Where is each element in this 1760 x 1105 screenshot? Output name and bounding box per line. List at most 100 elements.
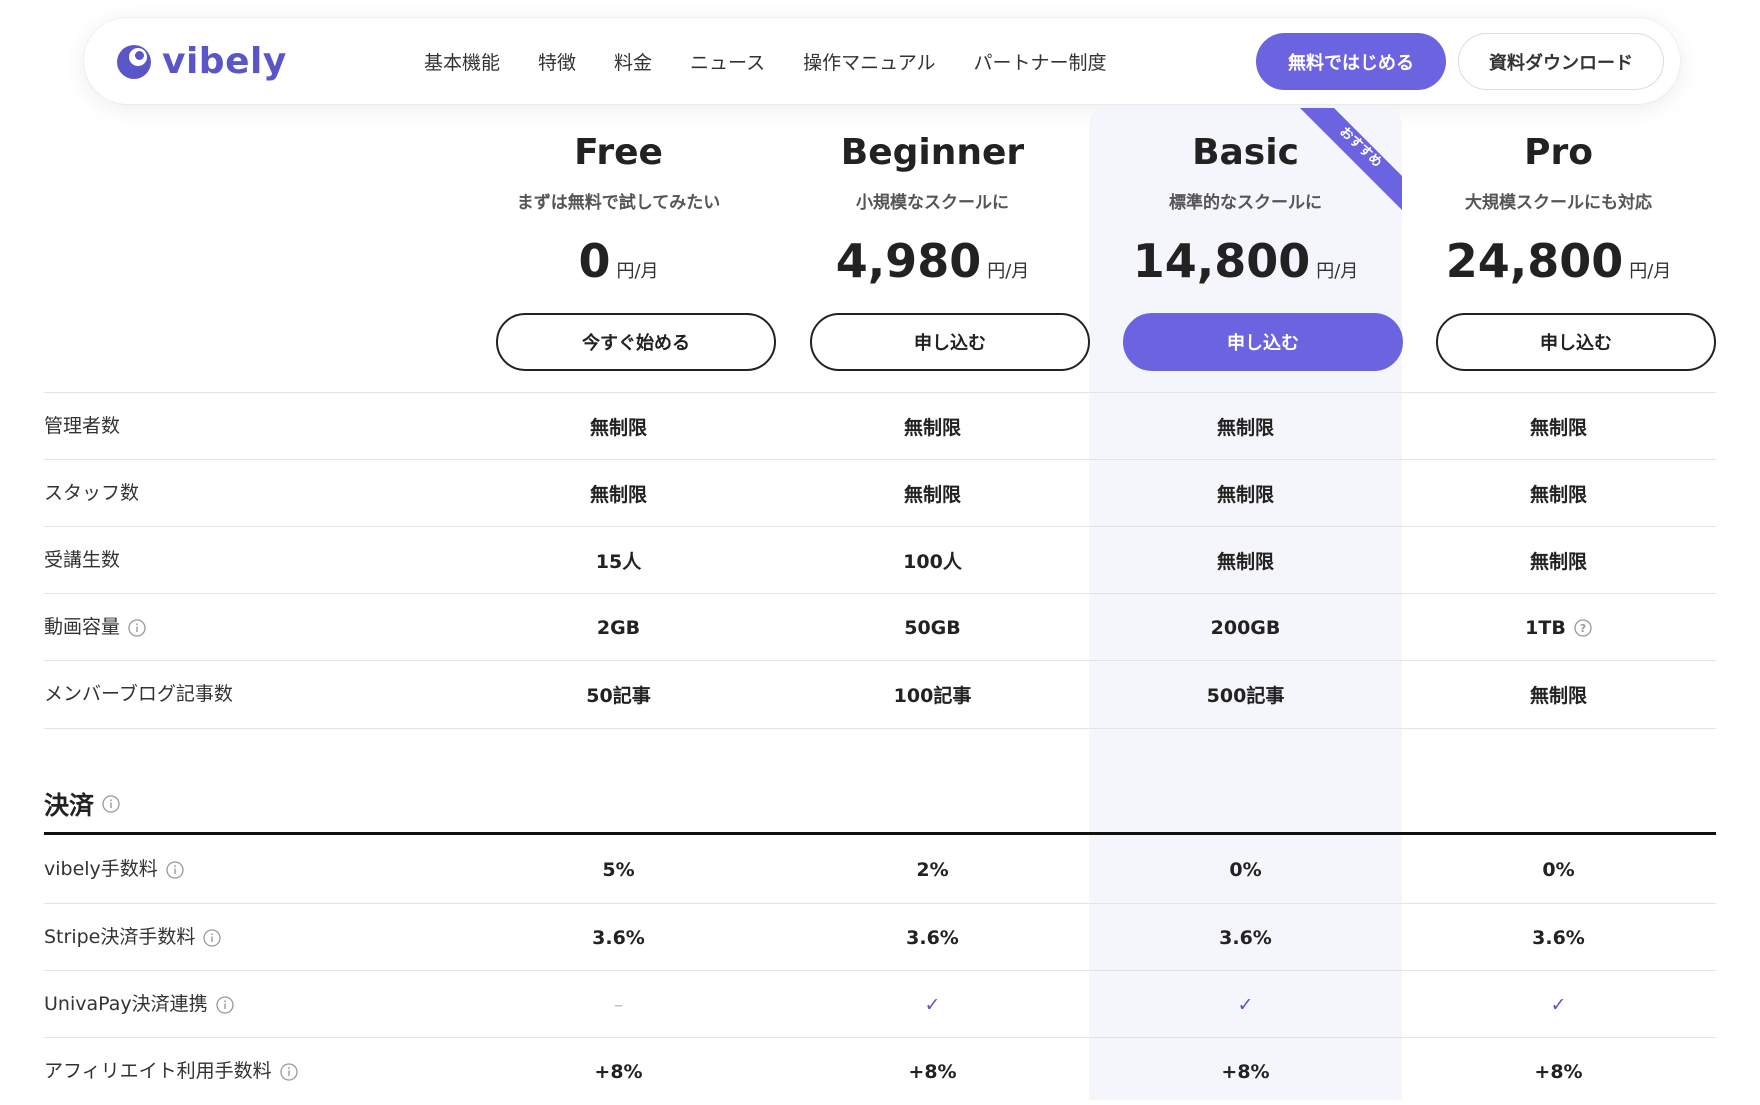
plan-price: 4,980 円/月 bbox=[776, 234, 1089, 294]
cell-beginner: 2% bbox=[916, 858, 949, 881]
cell-basic: 500記事 bbox=[1206, 685, 1285, 707]
svg-text:?: ? bbox=[1580, 622, 1586, 635]
cell-beginner: 100記事 bbox=[893, 685, 972, 707]
table-row-vibely-fee: vibely手数料 5% 2% 0% 0% bbox=[44, 836, 1716, 903]
row-label-container: UnivaPay決済連携 bbox=[44, 971, 234, 1038]
price-unit: 円/月 bbox=[1629, 261, 1672, 282]
nav-link-features[interactable]: 基本機能 bbox=[424, 48, 500, 75]
check-icon: ✓ bbox=[924, 993, 941, 1016]
cell-pro: 0% bbox=[1542, 858, 1575, 881]
cell-free: 15人 bbox=[595, 551, 642, 573]
cell-free: 無制限 bbox=[589, 484, 647, 506]
price-value: 4,980 bbox=[835, 234, 982, 288]
table-row-admins: 管理者数 無制限 無制限 無制限 無制限 bbox=[44, 392, 1716, 460]
row-label: 動画容量 bbox=[44, 616, 121, 638]
dash-icon: – bbox=[613, 993, 624, 1016]
row-label: Stripe決済手数料 bbox=[44, 926, 196, 948]
plan-name: Pro bbox=[1524, 132, 1593, 173]
row-label: 受講生数 bbox=[44, 549, 121, 571]
plan-price: 0 円/月 bbox=[462, 234, 775, 294]
plan-price: 24,800 円/月 bbox=[1402, 234, 1715, 294]
check-icon: ✓ bbox=[1550, 993, 1567, 1016]
nav-link-pricing[interactable]: 料金 bbox=[614, 48, 652, 75]
row-label: メンバーブログ記事数 bbox=[44, 683, 233, 705]
cell-beginner: 50GB bbox=[904, 616, 961, 639]
info-icon[interactable] bbox=[215, 995, 234, 1014]
info-icon[interactable] bbox=[203, 928, 222, 947]
plan-name: Beginner bbox=[840, 132, 1025, 173]
nav-link-characteristics[interactable]: 特徴 bbox=[538, 48, 576, 75]
cell-pro: 1TB ? bbox=[1402, 594, 1715, 661]
table-row-students: 受講生数 15人 100人 無制限 無制限 bbox=[44, 526, 1716, 594]
cell-free: 50記事 bbox=[586, 685, 651, 707]
row-label-container: vibely手数料 bbox=[44, 836, 184, 903]
cell-pro: +8% bbox=[1534, 1060, 1583, 1083]
cell-pro-value: 1TB bbox=[1525, 616, 1566, 639]
section-title-text: 決済 bbox=[44, 791, 95, 820]
cell-free: 無制限 bbox=[589, 417, 647, 439]
cell-basic: 200GB bbox=[1210, 616, 1281, 639]
cell-beginner: 無制限 bbox=[903, 484, 961, 506]
nav-link-news[interactable]: ニュース bbox=[690, 48, 765, 75]
cell-free: 5% bbox=[602, 858, 635, 881]
cell-beginner: 100人 bbox=[903, 551, 962, 573]
cell-pro: 無制限 bbox=[1529, 417, 1587, 439]
check-icon: ✓ bbox=[1237, 993, 1254, 1016]
apply-button-basic[interactable]: 申し込む bbox=[1123, 313, 1403, 371]
table-row-staff: スタッフ数 無制限 無制限 無制限 無制限 bbox=[44, 459, 1716, 527]
plan-tagline: 大規模スクールにも対応 bbox=[1465, 193, 1652, 213]
cell-beginner: +8% bbox=[908, 1060, 957, 1083]
info-icon[interactable] bbox=[102, 795, 120, 813]
main-nav: 基本機能 特徴 料金 ニュース 操作マニュアル パートナー制度 bbox=[424, 18, 1145, 104]
price-value: 24,800 bbox=[1445, 234, 1624, 288]
plan-tagline: まずは無料で試してみたい bbox=[516, 193, 721, 213]
plan-name: Free bbox=[574, 132, 663, 173]
cell-basic: 無制限 bbox=[1216, 417, 1274, 439]
plan-basic: Basic 標準的なスクールに 14,800 円/月 申し込む bbox=[1089, 130, 1403, 371]
plan-pro: Pro 大規模スクールにも対応 24,800 円/月 申し込む bbox=[1402, 130, 1716, 371]
info-icon[interactable] bbox=[279, 1062, 298, 1081]
info-icon[interactable] bbox=[128, 618, 146, 637]
logo[interactable]: vibely bbox=[114, 38, 287, 84]
plan-beginner: Beginner 小規模なスクールに 4,980 円/月 申し込む bbox=[776, 130, 1090, 371]
apply-button-beginner[interactable]: 申し込む bbox=[810, 313, 1090, 371]
cell-free: 3.6% bbox=[592, 926, 645, 949]
nav-link-manual[interactable]: 操作マニュアル bbox=[803, 48, 935, 75]
row-label: 管理者数 bbox=[44, 415, 121, 437]
table-row-video-capacity: 動画容量 2GB 50GB 200GB 1TB ? bbox=[44, 593, 1716, 661]
apply-button-pro[interactable]: 申し込む bbox=[1436, 313, 1716, 371]
start-free-button[interactable]: 無料ではじめる bbox=[1256, 33, 1446, 90]
price-value: 0 bbox=[578, 234, 611, 288]
info-icon[interactable] bbox=[166, 860, 184, 879]
row-label-container: 動画容量 bbox=[44, 594, 146, 661]
logo-icon bbox=[117, 45, 151, 79]
cell-beginner: 3.6% bbox=[906, 926, 959, 949]
table-row-univapay: UnivaPay決済連携 – ✓ ✓ ✓ bbox=[44, 970, 1716, 1038]
price-value: 14,800 bbox=[1132, 234, 1311, 288]
price-unit: 円/月 bbox=[1316, 261, 1359, 282]
price-unit: 円/月 bbox=[987, 261, 1030, 282]
cell-free: 2GB bbox=[596, 616, 641, 639]
cell-basic: 3.6% bbox=[1219, 926, 1272, 949]
cell-pro: 無制限 bbox=[1529, 551, 1587, 573]
nav-link-partner[interactable]: パートナー制度 bbox=[974, 48, 1107, 75]
row-label-container: Stripe決済手数料 bbox=[44, 904, 222, 971]
plan-tagline: 標準的なスクールに bbox=[1169, 193, 1322, 213]
plan-price: 14,800 円/月 bbox=[1089, 234, 1402, 294]
help-icon[interactable]: ? bbox=[1574, 618, 1592, 637]
table-row-affiliate-fee: アフィリエイト利用手数料 +8% +8% +8% +8% bbox=[44, 1037, 1716, 1105]
cell-basic: 無制限 bbox=[1216, 484, 1274, 506]
cell-pro: 3.6% bbox=[1532, 926, 1585, 949]
cell-basic: +8% bbox=[1221, 1060, 1270, 1083]
cell-basic: 無制限 bbox=[1216, 551, 1274, 573]
cell-free: +8% bbox=[594, 1060, 643, 1083]
download-docs-button[interactable]: 資料ダウンロード bbox=[1458, 33, 1664, 90]
top-nav-bar: vibely 基本機能 特徴 料金 ニュース 操作マニュアル パートナー制度 無… bbox=[84, 18, 1680, 104]
plan-name: Basic bbox=[1192, 132, 1299, 173]
table-row-blog-posts: メンバーブログ記事数 50記事 100記事 500記事 無制限 bbox=[44, 660, 1716, 729]
plan-tagline: 小規模なスクールに bbox=[856, 193, 1009, 213]
start-now-button[interactable]: 今すぐ始める bbox=[496, 313, 776, 371]
cell-pro: 無制限 bbox=[1529, 484, 1587, 506]
section-title-payment: 決済 bbox=[44, 786, 120, 822]
logo-text: vibely bbox=[162, 40, 287, 82]
